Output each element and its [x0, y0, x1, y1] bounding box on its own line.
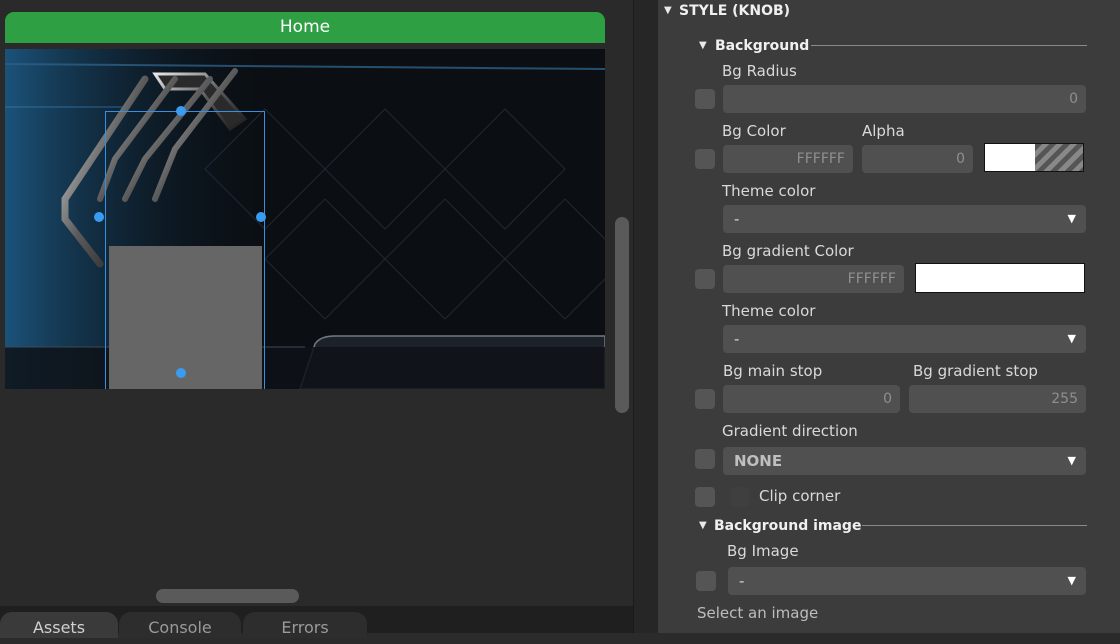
theme-color-label: Theme color	[722, 182, 816, 200]
bottom-tab-bar: Assets Console Errors	[0, 606, 633, 638]
collapse-triangle-icon[interactable]: ▼	[699, 520, 707, 531]
clip-corner-label: Clip corner	[759, 487, 841, 505]
collapse-triangle-icon[interactable]: ▼	[664, 5, 672, 16]
section-divider	[862, 525, 1087, 526]
gradient-direction-value: NONE	[734, 452, 783, 470]
clip-corner-enable-checkbox[interactable]	[695, 487, 715, 507]
gradient-direction-select[interactable]: NONE ▼	[723, 447, 1086, 475]
screen-title-bar[interactable]: Home	[5, 12, 605, 43]
bg-image-label: Bg Image	[727, 542, 799, 560]
vertical-scrollbar[interactable]	[615, 217, 629, 413]
stops-checkbox[interactable]	[695, 389, 715, 409]
theme-color-label: Theme color	[722, 302, 816, 320]
resize-handle-top[interactable]	[176, 106, 186, 116]
tab-assets[interactable]: Assets	[0, 612, 118, 638]
background-image-section-title[interactable]: Background image	[714, 518, 861, 534]
bg-color-input[interactable]: FFFFFF	[723, 145, 853, 173]
collapse-triangle-icon[interactable]: ▼	[699, 40, 707, 51]
bg-radius-checkbox[interactable]	[695, 89, 715, 109]
style-section-header[interactable]: STYLE (KNOB)	[679, 3, 790, 19]
dropdown-arrow-icon: ▼	[1067, 332, 1076, 345]
bg-gradient-color-label: Bg gradient Color	[722, 242, 854, 260]
bg-gradient-color-swatch[interactable]	[915, 263, 1085, 293]
panel-splitter[interactable]	[633, 0, 658, 633]
tab-errors[interactable]: Errors	[243, 612, 367, 638]
resize-handle-bottom[interactable]	[176, 368, 186, 378]
dropdown-arrow-icon: ▼	[1067, 574, 1076, 587]
clip-corner-checkbox[interactable]	[730, 487, 750, 507]
gradient-direction-checkbox[interactable]	[695, 449, 715, 469]
bg-radius-label: Bg Radius	[722, 62, 797, 80]
theme-color-select[interactable]: - ▼	[723, 205, 1086, 233]
theme-color-value: -	[734, 330, 740, 348]
dropdown-arrow-icon: ▼	[1067, 454, 1076, 467]
resize-handle-left[interactable]	[94, 212, 104, 222]
resize-handle-right[interactable]	[256, 212, 266, 222]
background-section-title[interactable]: Background	[715, 38, 809, 54]
select-image-hint: Select an image	[697, 604, 819, 622]
property-panel: ▼ STYLE (KNOB) ▼ Background Bg Radius 0 …	[658, 0, 1120, 633]
bg-gradient-color-input[interactable]: FFFFFF	[723, 265, 904, 293]
screen-preview[interactable]	[5, 49, 605, 389]
selection-outline[interactable]	[105, 111, 265, 389]
alpha-label: Alpha	[862, 122, 905, 140]
horizontal-scrollbar[interactable]	[156, 589, 299, 603]
color-swatch-solid	[985, 144, 1035, 171]
bg-main-stop-input[interactable]: 0	[723, 385, 900, 413]
bg-image-checkbox[interactable]	[696, 571, 716, 591]
bg-main-stop-label: Bg main stop	[723, 362, 823, 380]
bg-color-label: Bg Color	[722, 122, 786, 140]
theme-color-select[interactable]: - ▼	[723, 325, 1086, 353]
bg-image-value: -	[739, 572, 745, 590]
alpha-input[interactable]: 0	[862, 145, 973, 173]
bg-gradient-stop-label: Bg gradient stop	[913, 362, 1038, 380]
bg-radius-input[interactable]: 0	[723, 85, 1086, 113]
bg-color-checkbox[interactable]	[695, 149, 715, 169]
gradient-direction-label: Gradient direction	[722, 422, 858, 440]
bg-gradient-stop-input[interactable]: 255	[909, 385, 1086, 413]
dropdown-arrow-icon: ▼	[1067, 212, 1076, 225]
tab-console[interactable]: Console	[119, 612, 241, 638]
canvas-area: Home Assets Console Errors	[0, 0, 633, 638]
bg-color-swatch[interactable]	[984, 143, 1084, 172]
bg-image-select[interactable]: - ▼	[728, 567, 1086, 595]
bg-gradient-color-checkbox[interactable]	[695, 269, 715, 289]
alpha-checker-pattern	[1035, 144, 1083, 171]
theme-color-value: -	[734, 210, 740, 228]
section-divider	[811, 45, 1087, 46]
